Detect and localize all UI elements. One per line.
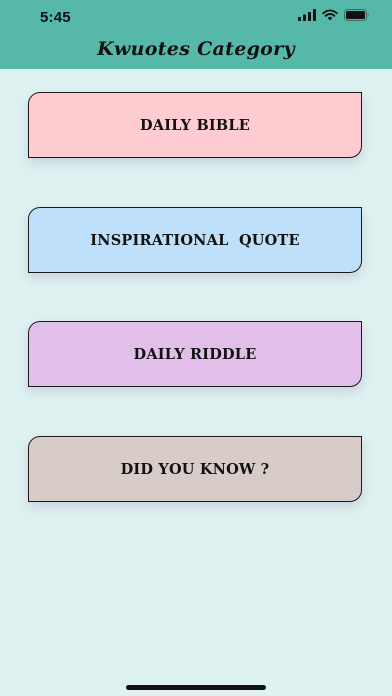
category-inspirational-quote-button[interactable]: INSPIRATIONAL QUOTE: [28, 207, 362, 273]
status-time: 5:45: [40, 9, 71, 26]
category-label: DAILY RIDDLE: [133, 345, 257, 363]
app-header: 5:45 Kwuotes Category: [0, 0, 392, 69]
category-label: DID YOU KNOW ?: [120, 460, 270, 478]
wifi-icon: [322, 8, 338, 26]
cellular-signal-icon: [298, 8, 316, 26]
status-icons: [298, 8, 370, 26]
nav-title: Kwuotes Category: [97, 38, 295, 60]
category-daily-bible-button[interactable]: DAILY BIBLE: [28, 92, 362, 158]
category-daily-riddle-button[interactable]: DAILY RIDDLE: [28, 321, 362, 387]
category-label: DAILY BIBLE: [139, 116, 250, 134]
category-did-you-know-button[interactable]: DID YOU KNOW ?: [28, 436, 362, 502]
home-indicator[interactable]: [126, 685, 266, 690]
battery-icon: [344, 8, 370, 26]
category-label: INSPIRATIONAL QUOTE: [90, 231, 300, 249]
